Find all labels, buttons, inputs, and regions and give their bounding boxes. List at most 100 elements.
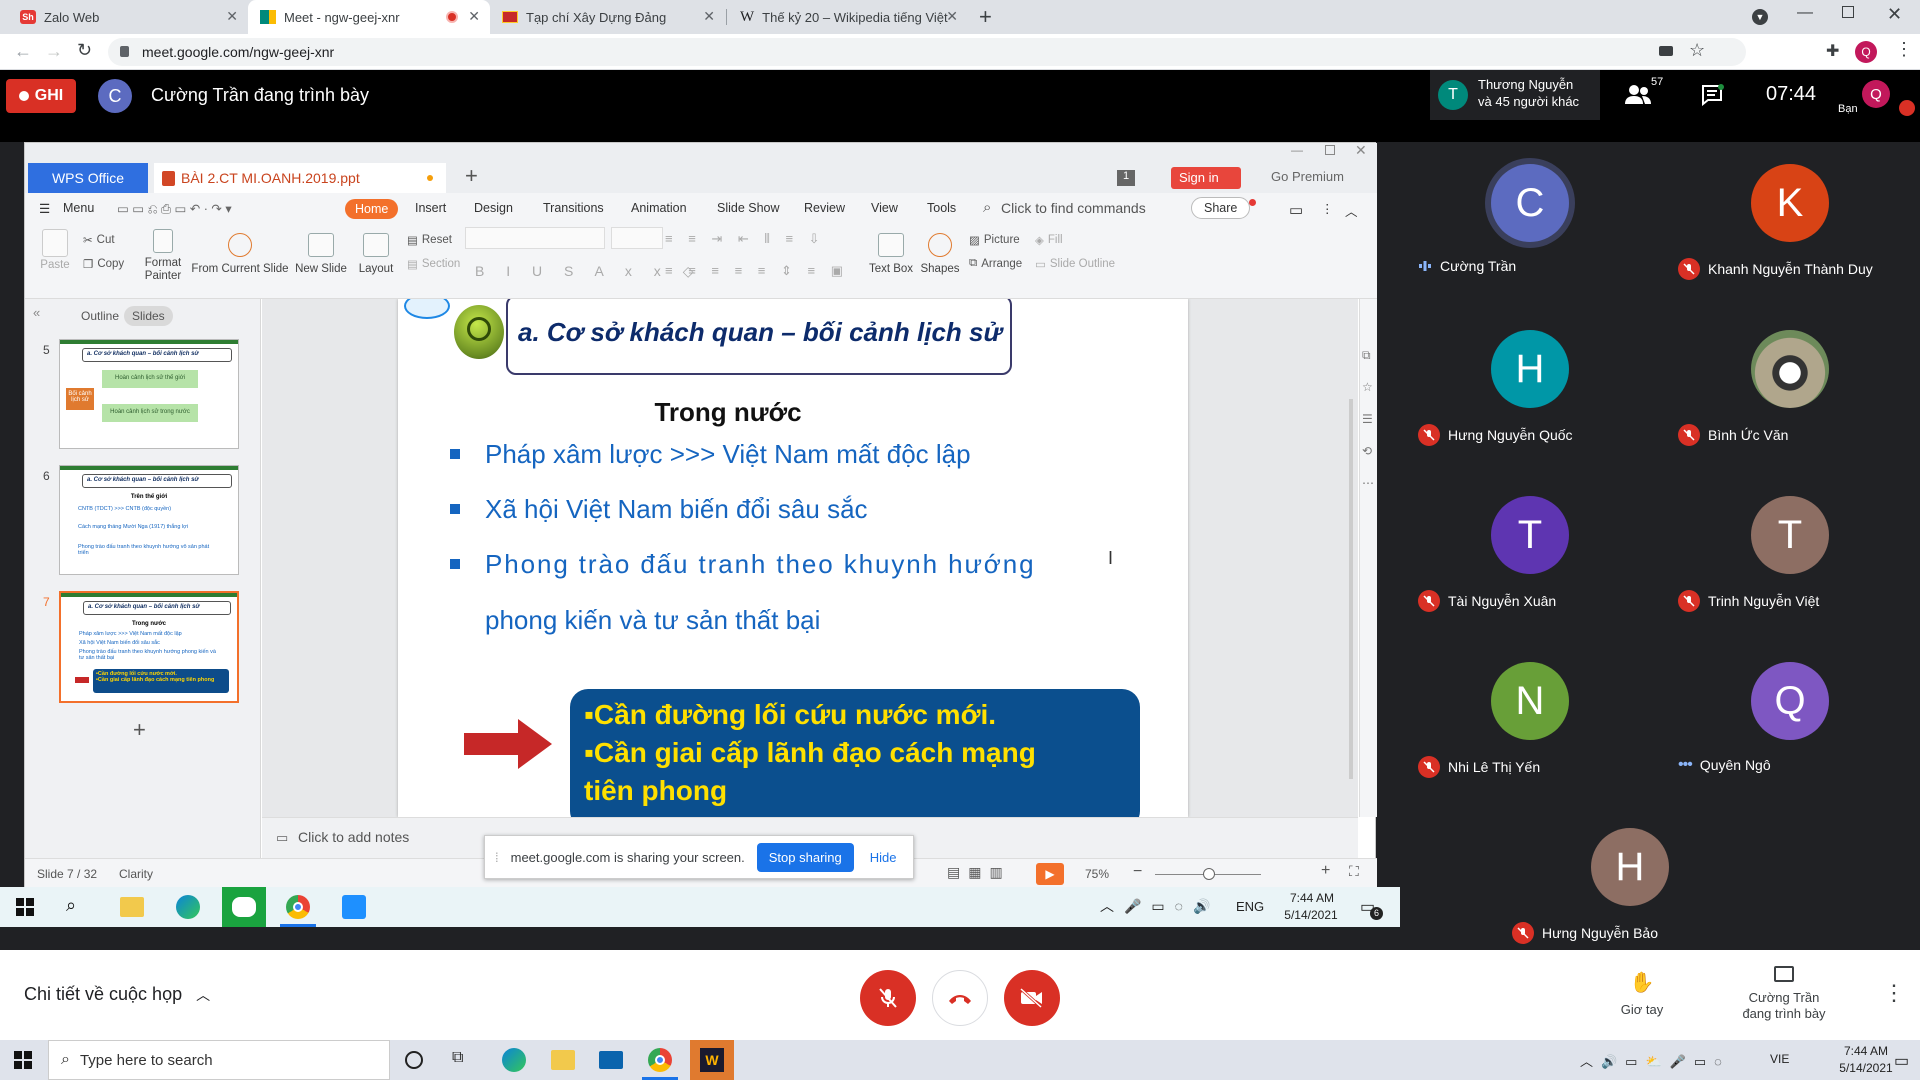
sign-in-button[interactable]: Sign in — [1171, 167, 1241, 189]
add-slide-icon[interactable]: + — [133, 717, 146, 743]
participant-tile[interactable]: Q ••• Quyên Ngô — [1660, 640, 1920, 806]
slide-thumbnail-5[interactable]: a. Cơ sở khách quan – bối cảnh lịch sử B… — [59, 339, 239, 449]
zoom-out-icon[interactable]: − — [1133, 863, 1142, 881]
back-icon[interactable]: ← — [14, 41, 32, 62]
meeting-details-button[interactable]: Chi tiết về cuộc họp ︿ — [24, 984, 210, 1005]
participant-tile[interactable]: H Hưng Nguyễn Quốc — [1400, 308, 1660, 474]
camera-toggle-button[interactable] — [1004, 970, 1060, 1026]
close-window-icon[interactable]: ✕ — [1887, 4, 1902, 25]
close-icon[interactable]: ✕ — [703, 8, 715, 25]
action-center-icon[interactable]: ▭ — [1894, 1051, 1909, 1071]
restore-icon[interactable] — [1842, 6, 1854, 18]
paste-button[interactable]: Paste — [37, 229, 73, 272]
slide-7[interactable]: a. Cơ sở khách quan – bối cảnh lịch sử T… — [398, 299, 1188, 817]
forward-icon[interactable]: → — [45, 41, 63, 62]
tab-wikipedia[interactable]: W Thế kỷ 20 – Wikipedia tiếng Việt ✕ — [728, 0, 968, 34]
slide-thumbnail-6[interactable]: a. Cơ sở khách quan – bối cảnh lịch sử T… — [59, 465, 239, 575]
participant-tile[interactable]: T Tài Nguyễn Xuân — [1400, 474, 1660, 640]
new-tab-icon[interactable]: + — [979, 4, 992, 30]
wps-office-tab[interactable]: WPS Office — [28, 163, 148, 193]
menu-item-insert[interactable]: Insert — [415, 201, 446, 215]
present-screen-icon[interactable] — [1774, 966, 1794, 982]
presenting-line-1[interactable]: Cường Trần — [1736, 990, 1832, 1005]
layout-button[interactable]: Layout — [351, 233, 401, 276]
menu-item-review[interactable]: Review — [804, 201, 845, 215]
mic-toggle-button[interactable] — [860, 970, 916, 1026]
menu-hamburger-icon[interactable]: ☰ — [39, 201, 50, 216]
wps-taskbar-icon[interactable] — [342, 895, 366, 919]
tray-time[interactable]: 7:44 AM — [1281, 891, 1343, 905]
menu-item-home[interactable]: Home — [345, 199, 399, 219]
tray-icons[interactable]: ︿🎤▭◌🔊 — [1100, 896, 1220, 916]
document-tab[interactable]: BÀI 2.CT MI.OANH.2019.ppt — [154, 163, 446, 193]
chrome-icon[interactable] — [648, 1048, 672, 1072]
stop-sharing-button[interactable]: Stop sharing — [756, 842, 854, 872]
chrome-menu-icon[interactable]: ⋮ — [1895, 39, 1913, 60]
share-button[interactable]: Share — [1191, 197, 1251, 219]
taskbar-search-box[interactable]: ⌕ Type here to search — [48, 1040, 390, 1080]
close-icon[interactable]: ✕ — [468, 8, 480, 25]
arrange-button[interactable]: ⧉ Arrange — [969, 257, 1022, 270]
slide-outline-button[interactable]: ▭ Slide Outline — [1035, 257, 1115, 271]
windows-start-icon[interactable] — [14, 1051, 32, 1069]
zoom-in-icon[interactable]: + — [1321, 862, 1330, 880]
participant-tile[interactable]: K Khanh Nguyễn Thành Duy — [1660, 142, 1920, 308]
fill-button[interactable]: ◈ Fill — [1035, 233, 1063, 247]
edge-icon[interactable] — [176, 895, 200, 919]
people-button[interactable]: 57 — [1623, 76, 1663, 106]
comment-icon[interactable]: ▭ — [1289, 201, 1303, 219]
wps-maximize-icon[interactable] — [1325, 145, 1335, 155]
omnibox[interactable]: meet.google.com/ngw-geej-xnr ☆ — [108, 38, 1746, 66]
reload-icon[interactable]: ↻ — [77, 40, 92, 61]
cortana-icon[interactable] — [405, 1051, 423, 1069]
menu-item-view[interactable]: View — [871, 201, 898, 215]
collapse-panel-icon[interactable]: « — [33, 305, 40, 320]
from-current-slide-button[interactable]: From Current Slide — [185, 233, 295, 276]
windows-start-icon[interactable] — [16, 898, 34, 916]
file-explorer-icon[interactable] — [551, 1050, 575, 1070]
minimize-icon[interactable]: — — [1797, 4, 1813, 22]
tray-icons[interactable]: ︿🔊▭⛅🎤▭◌ — [1580, 1051, 1730, 1070]
close-icon[interactable]: ✕ — [226, 8, 238, 25]
collapse-ribbon-icon[interactable]: ︿ — [1345, 201, 1358, 220]
chrome-icon[interactable] — [286, 895, 310, 919]
tray-date[interactable]: 5/14/2021 — [1276, 908, 1346, 922]
cut-button[interactable]: ✂ Cut — [83, 233, 115, 247]
text-box-button[interactable]: Text Box — [867, 233, 915, 276]
menu-item-transitions[interactable]: Transitions — [543, 201, 604, 215]
font-family-select[interactable] — [465, 227, 605, 249]
tab-xaydungdang[interactable]: Tạp chí Xây Dựng Đảng ✕ — [490, 0, 725, 34]
shapes-button[interactable]: Shapes — [918, 233, 962, 276]
paragraph-icons[interactable]: ≡ ≡ ⇥ ⇤ ⫴ ≡ ⇩ — [665, 231, 826, 247]
menu-item-animation[interactable]: Animation — [631, 201, 687, 215]
tab-meet[interactable]: Meet - ngw-geej-xnr ✕ — [248, 0, 490, 34]
self-avatar[interactable]: Q — [1862, 80, 1890, 108]
section-button[interactable]: ▤ Section — [407, 257, 460, 271]
right-toolbar-icons[interactable]: ⧉ ☆ ☰ ⟲ ⋯ — [1362, 339, 1374, 499]
font-size-select[interactable] — [611, 227, 663, 249]
outline-tab[interactable]: Outline — [81, 309, 119, 323]
canvas-scrollbar[interactable] — [1349, 399, 1353, 779]
tray-language[interactable]: VIE — [1770, 1052, 1789, 1066]
go-premium-button[interactable]: Go Premium — [1271, 169, 1344, 184]
participant-tile[interactable]: C Cường Trần — [1400, 142, 1660, 308]
recording-badge[interactable]: GHI — [6, 79, 76, 113]
slides-tab[interactable]: Slides — [124, 306, 173, 326]
leave-call-button[interactable] — [932, 970, 988, 1026]
picture-button[interactable]: ▨ Picture — [969, 233, 1020, 247]
reset-button[interactable]: ▤ Reset — [407, 233, 452, 247]
quick-access-icons[interactable]: ▭ ▭ ⎌ ⎙ ▭ ↶ · ↷ ▾ — [117, 201, 232, 217]
chat-button[interactable] — [1701, 84, 1725, 106]
more-options-icon[interactable]: ⋮ — [1883, 980, 1905, 1006]
participant-tile[interactable]: H Hưng Nguyễn Bảo — [1496, 806, 1764, 972]
menu-item-design[interactable]: Design — [474, 201, 513, 215]
tab-search-icon[interactable]: ▼ — [1752, 9, 1768, 25]
menu-item-tools[interactable]: Tools — [927, 201, 956, 215]
hide-button[interactable]: Hide — [870, 850, 897, 865]
wps-minimize-icon[interactable]: — — [1291, 143, 1303, 157]
zoom-slider-thumb[interactable] — [1203, 868, 1215, 880]
participant-tile[interactable]: Bình Ức Văn — [1660, 308, 1920, 474]
find-commands-input[interactable]: Click to find commands — [1001, 200, 1146, 216]
search-icon[interactable]: ⌕ — [66, 895, 76, 916]
extensions-icon[interactable]: ✚ — [1826, 41, 1839, 61]
